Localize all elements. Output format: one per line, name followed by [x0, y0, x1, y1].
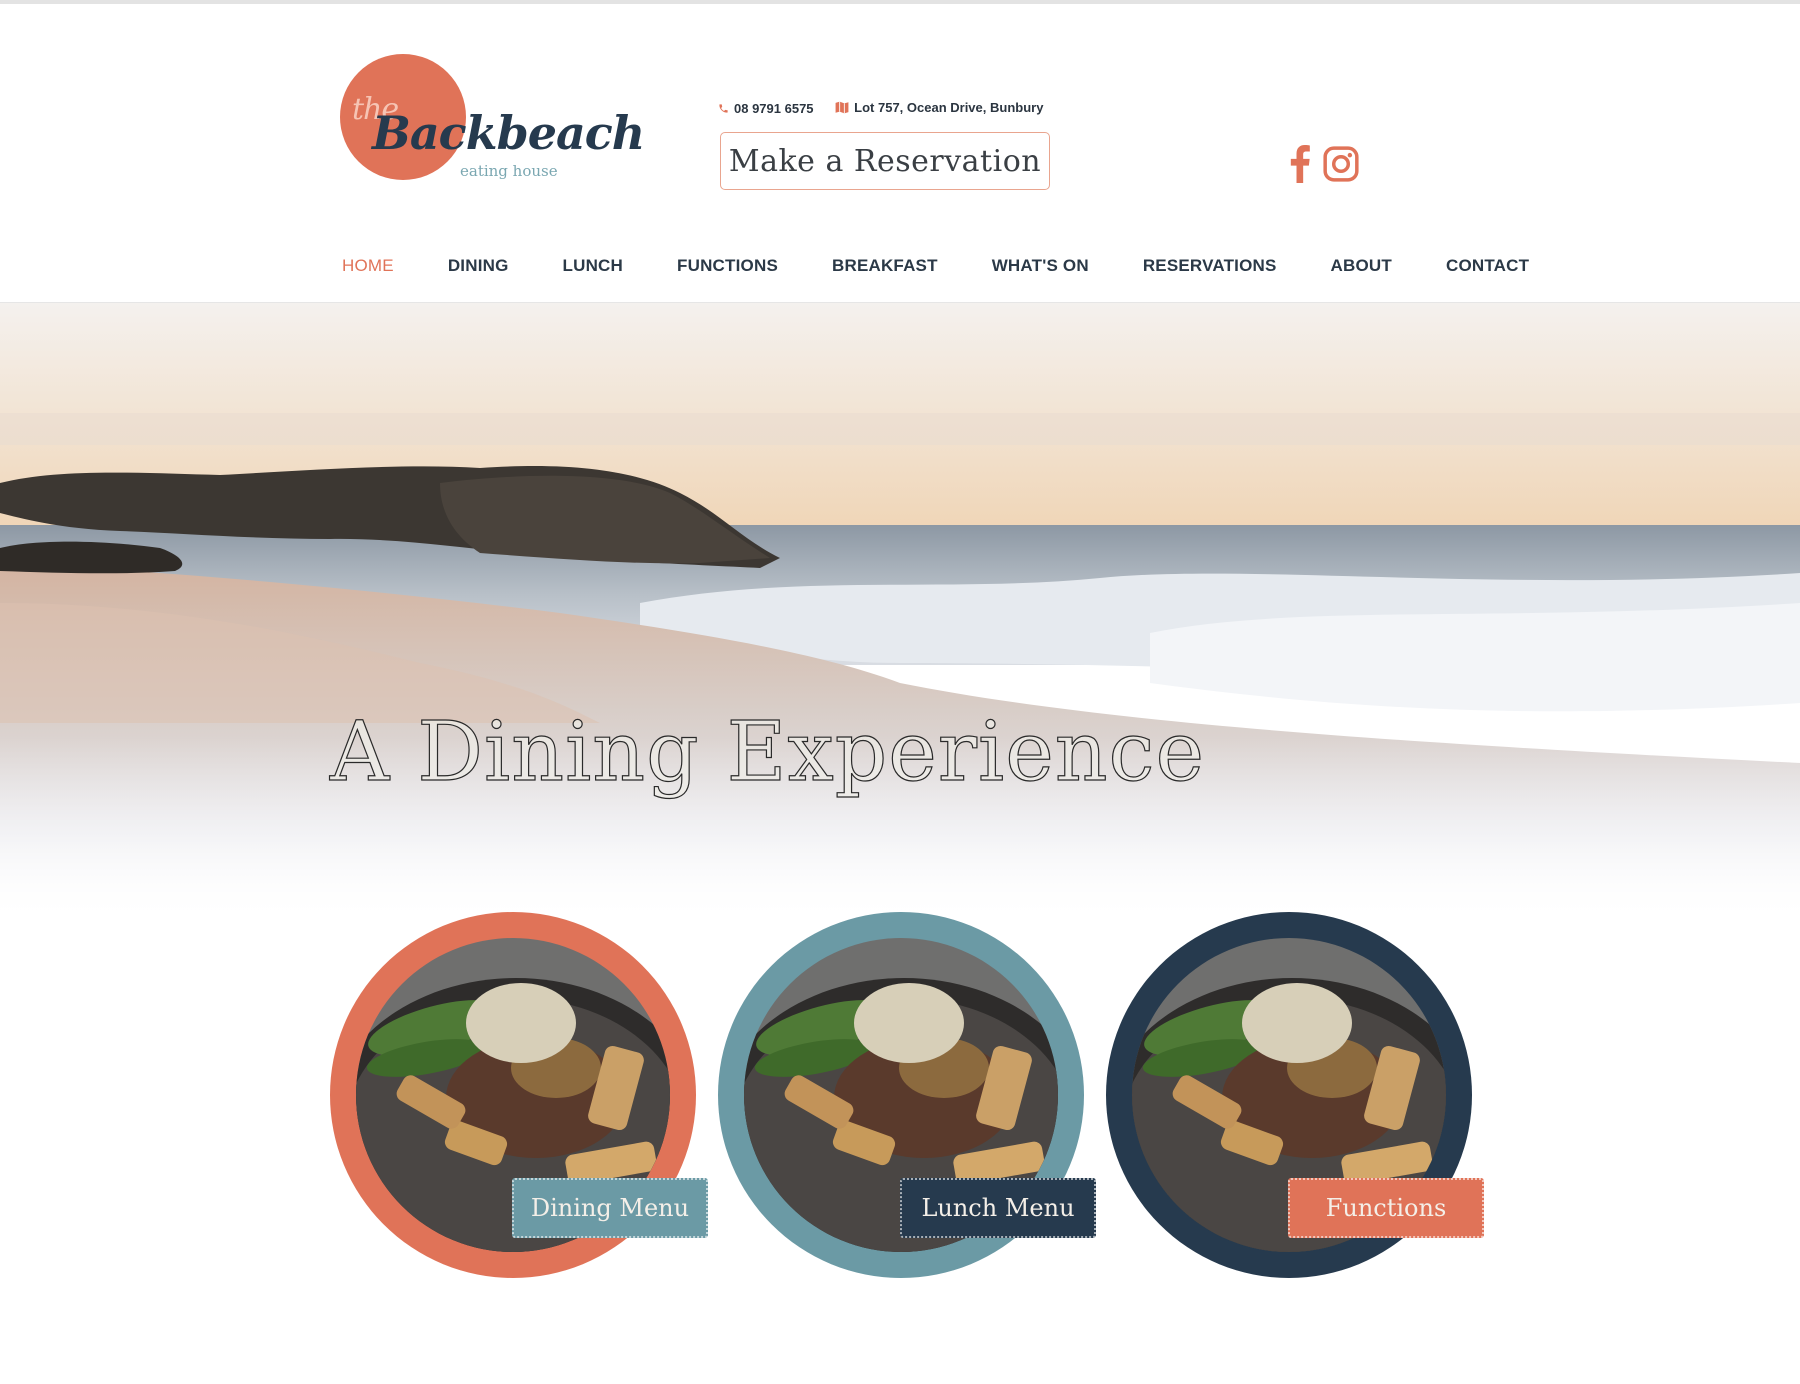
facebook-icon[interactable]	[1290, 145, 1310, 183]
map-icon	[835, 101, 849, 114]
address-link[interactable]: Lot 757, Ocean Drive, Bunbury	[835, 100, 1043, 115]
lunch-menu-button[interactable]: Lunch Menu	[900, 1178, 1096, 1238]
nav-item-dining[interactable]: DINING	[448, 256, 509, 276]
dining-menu-card[interactable]: Dining Menu	[330, 912, 708, 1278]
phone-number: 08 9791 6575	[734, 101, 814, 116]
nav-item-about[interactable]: ABOUT	[1331, 256, 1392, 276]
nav-item-reservations[interactable]: RESERVATIONS	[1143, 256, 1277, 276]
functions-button[interactable]: Functions	[1288, 1178, 1484, 1238]
nav-item-home[interactable]: HOME	[342, 256, 394, 276]
contact-info: 08 9791 6575 Lot 757, Ocean Drive, Bunbu…	[718, 100, 1061, 117]
nav-item-functions[interactable]: FUNCTIONS	[677, 256, 778, 276]
nav-item-whats-on[interactable]: WHAT'S ON	[992, 256, 1089, 276]
main-navigation: HOME DINING LUNCH FUNCTIONS BREAKFAST WH…	[342, 256, 1583, 276]
logo[interactable]: the Backbeach eating house	[338, 54, 645, 194]
nav-item-contact[interactable]: CONTACT	[1446, 256, 1529, 276]
hero-title: A Dining Experience	[329, 704, 1205, 800]
nav-item-lunch[interactable]: LUNCH	[563, 256, 624, 276]
beach-image	[0, 303, 1800, 923]
logo-subtitle: eating house	[460, 162, 558, 180]
site-header: the Backbeach eating house 08 9791 6575 …	[0, 8, 1800, 306]
address-text: Lot 757, Ocean Drive, Bunbury	[854, 100, 1044, 115]
phone-icon	[719, 104, 728, 113]
instagram-icon[interactable]	[1322, 145, 1360, 183]
make-reservation-button[interactable]: Make a Reservation	[720, 132, 1050, 190]
nav-item-breakfast[interactable]: BREAKFAST	[832, 256, 938, 276]
dining-menu-button[interactable]: Dining Menu	[512, 1178, 708, 1238]
social-links	[1290, 145, 1360, 183]
hero-banner: A Dining Experience	[0, 303, 1800, 923]
functions-card[interactable]: Functions	[1106, 912, 1484, 1278]
menu-cards: Dining Menu Lunch Menu Functions	[330, 912, 1530, 1292]
lunch-menu-card[interactable]: Lunch Menu	[718, 912, 1096, 1278]
logo-name-text: Backbeach	[372, 106, 645, 160]
phone-link[interactable]: 08 9791 6575	[718, 101, 814, 116]
